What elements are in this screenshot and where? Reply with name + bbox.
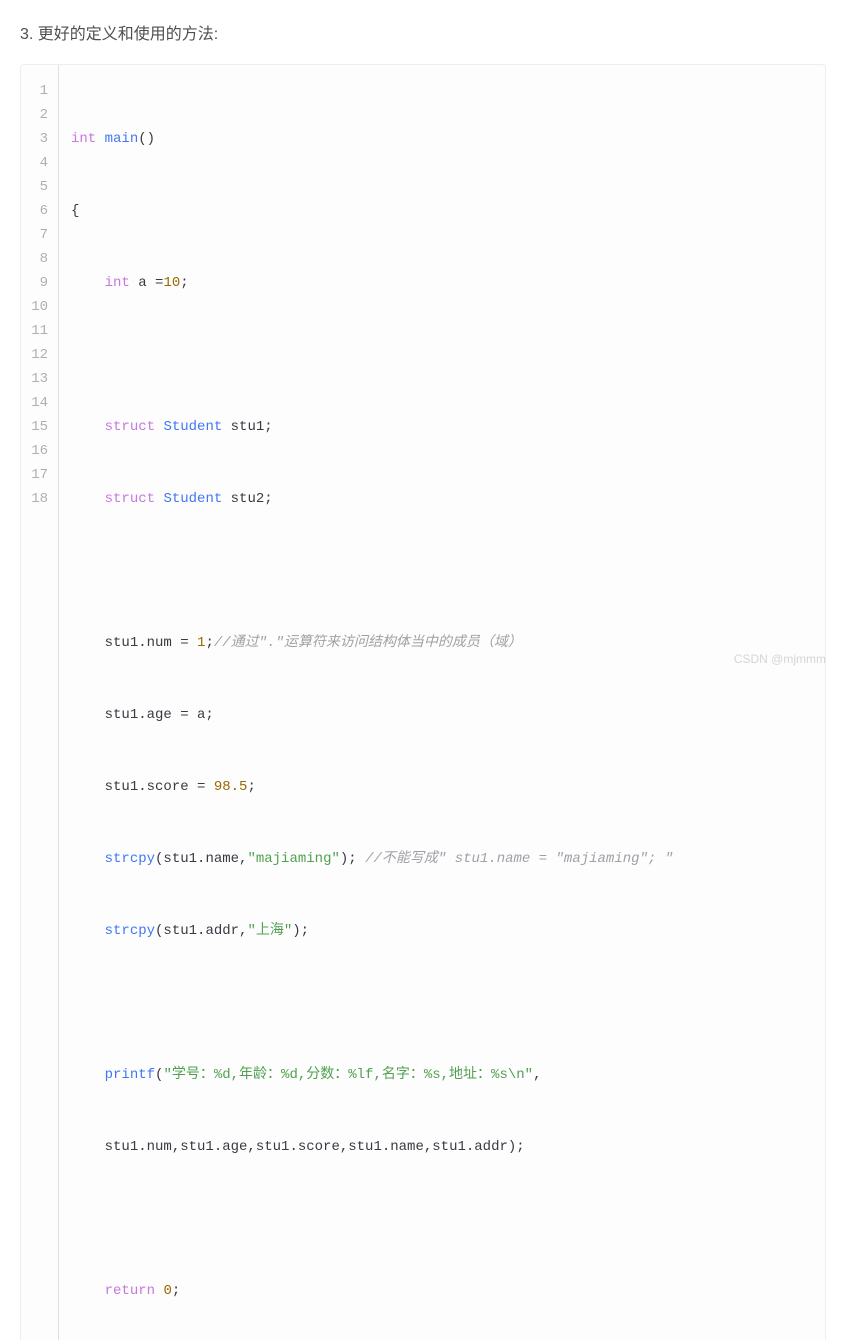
- line-number-gutter: 1 2 3 4 5 6 7 8 9 10 11 12 13 14 15 16 1…: [21, 65, 59, 1340]
- line-number: 13: [27, 367, 48, 391]
- code-line: [71, 1207, 813, 1231]
- code-line: [71, 991, 813, 1015]
- code-line: stu1.num,stu1.age,stu1.score,stu1.name,s…: [71, 1135, 813, 1159]
- code-line: {: [71, 199, 813, 223]
- line-number: 6: [27, 199, 48, 223]
- line-number: 1: [27, 79, 48, 103]
- code-line: [71, 343, 813, 367]
- code-line: printf("学号：%d,年龄：%d,分数：%lf,名字：%s,地址：%s\n…: [71, 1063, 813, 1087]
- code-line: int main(): [71, 127, 813, 151]
- code-block-main: 1 2 3 4 5 6 7 8 9 10 11 12 13 14 15 16 1…: [20, 64, 826, 1340]
- code-line: strcpy(stu1.addr,"上海");: [71, 919, 813, 943]
- line-number: 17: [27, 463, 48, 487]
- line-number: 11: [27, 319, 48, 343]
- code-line: return 0;: [71, 1279, 813, 1303]
- line-number: 8: [27, 247, 48, 271]
- line-number: 5: [27, 175, 48, 199]
- watermark: CSDN @mjmmm: [734, 652, 826, 666]
- code-line: strcpy(stu1.name,"majiaming"); //不能写成" s…: [71, 847, 813, 871]
- code-line: struct Student stu1;: [71, 415, 813, 439]
- code-line: stu1.num = 1;//通过"."运算符来访问结构体当中的成员（域）: [71, 631, 813, 655]
- line-number: 14: [27, 391, 48, 415]
- line-number: 2: [27, 103, 48, 127]
- code-line: int a =10;: [71, 271, 813, 295]
- line-number: 15: [27, 415, 48, 439]
- line-number: 4: [27, 151, 48, 175]
- line-number: 9: [27, 271, 48, 295]
- line-number: 16: [27, 439, 48, 463]
- code-line: stu1.age = a;: [71, 703, 813, 727]
- code-line: stu1.score = 98.5;: [71, 775, 813, 799]
- line-number: 18: [27, 487, 48, 511]
- code-line: struct Student stu2;: [71, 487, 813, 511]
- line-number: 7: [27, 223, 48, 247]
- section-heading: 3. 更好的定义和使用的方法:: [20, 20, 826, 44]
- line-number: 12: [27, 343, 48, 367]
- code-content: int main() { int a =10; struct Student s…: [59, 65, 825, 1340]
- line-number: 3: [27, 127, 48, 151]
- line-number: 10: [27, 295, 48, 319]
- code-line: [71, 559, 813, 583]
